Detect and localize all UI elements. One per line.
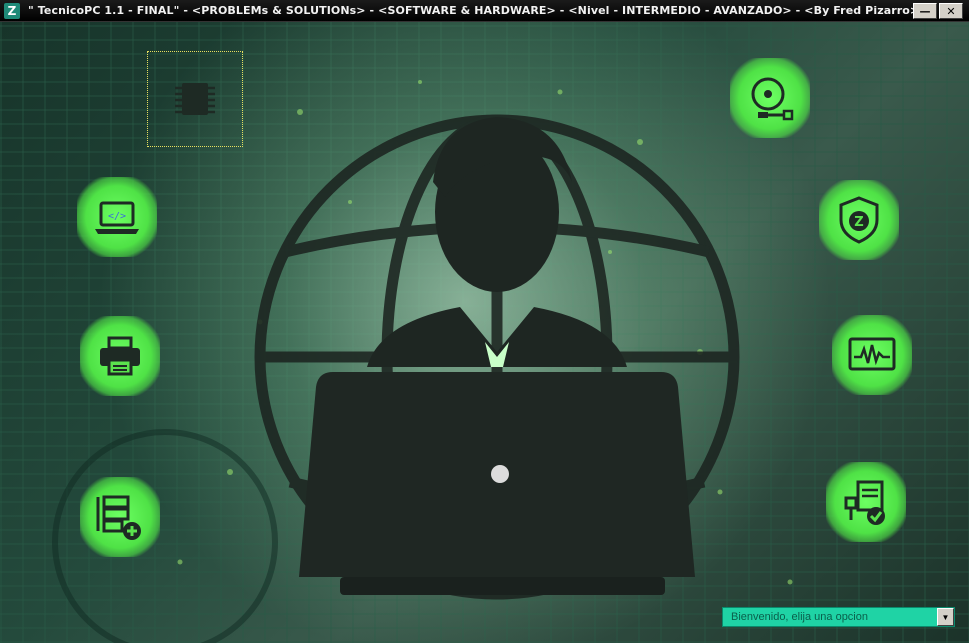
title-bar[interactable]: Z " TecnicoPC 1.1 - FINAL" - <PROBLEMs &… bbox=[0, 0, 969, 22]
server-add-icon bbox=[96, 495, 141, 540]
software-install-button[interactable] bbox=[730, 58, 810, 138]
security-shield-button[interactable]: Z bbox=[819, 180, 899, 260]
server-check-icon bbox=[844, 480, 885, 525]
shield-glyph: Z bbox=[854, 215, 863, 230]
minimize-button[interactable]: — bbox=[913, 3, 937, 19]
server-check-button[interactable] bbox=[826, 462, 906, 542]
app-window: Z " TecnicoPC 1.1 - FINAL" - <PROBLEMs &… bbox=[0, 0, 969, 643]
dropdown-arrow-icon[interactable]: ▼ bbox=[937, 608, 954, 626]
printer-button[interactable] bbox=[80, 316, 160, 396]
laptop-code-icon: </> bbox=[95, 201, 139, 234]
close-button[interactable]: ✕ bbox=[939, 3, 963, 19]
printer-icon bbox=[100, 336, 140, 376]
status-dropdown-value: Bienvenido, elija una opcion bbox=[731, 611, 868, 623]
hardware-chip-button[interactable] bbox=[155, 59, 235, 139]
programming-laptop-button[interactable]: </> bbox=[77, 177, 157, 257]
disc-usb-icon bbox=[751, 77, 794, 121]
app-logo-icon[interactable]: Z bbox=[4, 2, 20, 19]
microchip-icon bbox=[175, 83, 215, 115]
shield-z-icon: Z bbox=[839, 196, 879, 244]
main-stage: </> Z Bienvenido, elija una opcion ▼ bbox=[0, 22, 969, 643]
system-monitor-button[interactable] bbox=[832, 315, 912, 395]
server-add-button[interactable] bbox=[80, 477, 160, 557]
window-title: " TecnicoPC 1.1 - FINAL" - <PROBLEMs & S… bbox=[28, 4, 920, 17]
monitor-waveform-icon bbox=[848, 337, 896, 371]
status-dropdown[interactable]: Bienvenido, elija una opcion bbox=[722, 607, 955, 627]
svg-text:</>: </> bbox=[108, 211, 126, 222]
